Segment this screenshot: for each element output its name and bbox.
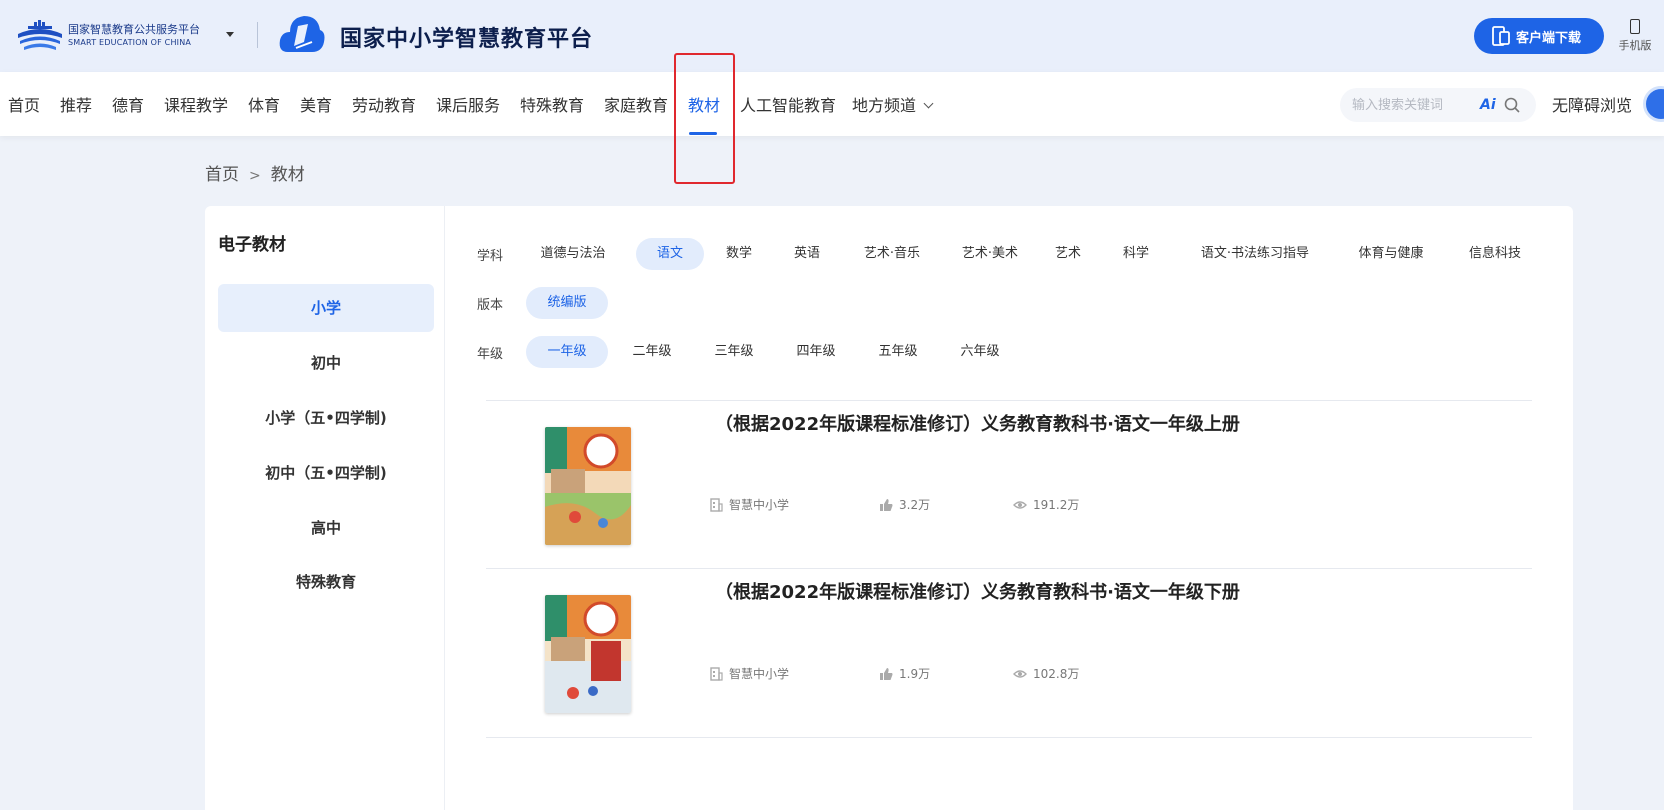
content-panel: 电子教材 小学 初中 小学（五•四学制) 初中（五•四学制) 高中 特殊教育 学… <box>205 206 1573 810</box>
list-divider <box>486 737 1532 738</box>
breadcrumb-separator: > <box>249 168 261 184</box>
views-meta: 191.2万 <box>1013 496 1079 513</box>
top-header: 国家智慧教育公共服务平台 SMART EDUCATION OF CHINA 国家… <box>0 0 1664 72</box>
ai-search-icon[interactable]: Ai <box>1480 97 1496 113</box>
device-icon <box>1492 26 1510 46</box>
nav-item-local-channels[interactable]: 地方频道 <box>852 92 916 116</box>
nav-item-arts[interactable]: 美育 <box>300 92 332 116</box>
nav-item-after-school[interactable]: 课后服务 <box>436 92 500 116</box>
building-icon <box>710 497 723 512</box>
grade-label: 年级 <box>477 347 504 362</box>
search-input[interactable] <box>1352 96 1472 114</box>
subject-chip-science[interactable]: 科学 <box>1105 238 1167 270</box>
likes-meta: 1.9万 <box>879 665 930 682</box>
list-divider <box>486 400 1532 401</box>
subject-chip-math[interactable]: 数学 <box>705 238 773 270</box>
sidebar-item-junior-54[interactable]: 初中（五•四学制) <box>218 449 434 497</box>
grade-chip-1[interactable]: 一年级 <box>526 336 608 368</box>
thumbs-up-icon[interactable] <box>879 667 893 681</box>
subject-chip-fine-art[interactable]: 艺术·美术 <box>943 238 1037 270</box>
book-cover-image[interactable] <box>545 427 631 545</box>
likes-count: 1.9万 <box>899 667 931 681</box>
phone-icon <box>1630 19 1640 34</box>
views-count: 102.8万 <box>1033 667 1080 681</box>
gov-platform-logo[interactable]: 国家智慧教育公共服务平台 SMART EDUCATION OF CHINA <box>16 20 200 52</box>
likes-count: 3.2万 <box>899 498 931 512</box>
avatar[interactable] <box>1643 86 1664 122</box>
search-box: Ai <box>1340 88 1536 122</box>
breadcrumb: 首页 > 教材 <box>205 160 305 185</box>
caret-down-icon[interactable] <box>226 32 234 37</box>
nav-item-home[interactable]: 首页 <box>8 92 40 116</box>
publisher-meta: 智慧中小学 <box>709 665 789 682</box>
header-divider <box>257 22 258 48</box>
subject-chip-it[interactable]: 信息科技 <box>1453 238 1537 270</box>
highlight-box <box>674 53 735 184</box>
publisher-name: 智慧中小学 <box>729 667 790 681</box>
grade-chip-2[interactable]: 二年级 <box>612 336 692 368</box>
sidebar-item-senior[interactable]: 高中 <box>218 504 434 552</box>
views-meta: 102.8万 <box>1013 665 1079 682</box>
mobile-version-link[interactable]: 手机版 <box>1612 17 1658 53</box>
chevron-down-icon[interactable] <box>923 98 934 109</box>
edition-label: 版本 <box>477 298 504 313</box>
likes-meta: 3.2万 <box>879 496 930 513</box>
grade-chip-5[interactable]: 五年级 <box>858 336 938 368</box>
gov-logo-cn: 国家智慧教育公共服务平台 <box>68 23 200 36</box>
sidebar-item-primary-54[interactable]: 小学（五•四学制) <box>218 394 434 442</box>
grade-chip-3[interactable]: 三年级 <box>694 336 774 368</box>
nav-item-labor[interactable]: 劳动教育 <box>352 92 416 116</box>
breadcrumb-current: 教材 <box>270 165 305 185</box>
grade-chip-6[interactable]: 六年级 <box>940 336 1020 368</box>
sidebar-item-junior[interactable]: 初中 <box>218 339 434 387</box>
main-nav: 首页 推荐 德育 课程教学 体育 美育 劳动教育 课后服务 特殊教育 家庭教育 … <box>0 72 1664 136</box>
views-count: 191.2万 <box>1033 498 1080 512</box>
subject-chip-english[interactable]: 英语 <box>773 238 841 270</box>
breadcrumb-home[interactable]: 首页 <box>205 165 239 185</box>
subject-chip-music[interactable]: 艺术·音乐 <box>845 238 939 270</box>
building-icon <box>710 666 723 681</box>
book-cover-image[interactable] <box>545 595 631 713</box>
subject-chip-chinese[interactable]: 语文 <box>636 238 704 270</box>
nav-item-ai-education[interactable]: 人工智能教育 <box>740 92 836 116</box>
book-title[interactable]: （根据2022年版课程标准修订）义务教育教科书·语文一年级上册 <box>715 410 1240 436</box>
subject-chip-morality[interactable]: 道德与法治 <box>525 238 621 270</box>
search-icon[interactable] <box>1504 97 1520 113</box>
eye-icon <box>1013 669 1027 678</box>
download-label: 客户端下载 <box>1516 30 1582 46</box>
eye-icon <box>1013 500 1027 509</box>
nav-item-sports[interactable]: 体育 <box>248 92 280 116</box>
subject-chip-calligraphy[interactable]: 语文·书法练习指导 <box>1175 238 1335 270</box>
nav-item-moral[interactable]: 德育 <box>112 92 144 116</box>
sidebar-item-special-ed[interactable]: 特殊教育 <box>218 558 434 606</box>
edition-chip-tongbian[interactable]: 统编版 <box>526 287 608 319</box>
nav-item-special-ed[interactable]: 特殊教育 <box>520 92 584 116</box>
nav-item-courses[interactable]: 课程教学 <box>164 92 228 116</box>
list-divider <box>486 568 1532 569</box>
gov-logo-en: SMART EDUCATION OF CHINA <box>68 38 192 47</box>
subject-chip-pe-health[interactable]: 体育与健康 <box>1341 238 1441 270</box>
thumbs-up-icon[interactable] <box>879 498 893 512</box>
mobile-label: 手机版 <box>1618 39 1652 52</box>
sidebar-title: 电子教材 <box>218 235 286 255</box>
platform-cloud-logo-icon[interactable] <box>278 12 326 58</box>
gov-emblem-icon <box>18 20 62 50</box>
nav-item-family[interactable]: 家庭教育 <box>604 92 668 116</box>
client-download-button[interactable]: 客户端下载 <box>1474 18 1604 54</box>
nav-item-recommend[interactable]: 推荐 <box>60 92 92 116</box>
sidebar-item-primary[interactable]: 小学 <box>218 284 434 332</box>
grade-chip-4[interactable]: 四年级 <box>776 336 856 368</box>
publisher-meta: 智慧中小学 <box>709 496 789 513</box>
publisher-name: 智慧中小学 <box>729 498 790 512</box>
subject-chip-art[interactable]: 艺术 <box>1037 238 1099 270</box>
platform-title[interactable]: 国家中小学智慧教育平台 <box>340 21 593 53</box>
accessibility-link[interactable]: 无障碍浏览 <box>1552 92 1632 116</box>
sidebar: 电子教材 小学 初中 小学（五•四学制) 初中（五•四学制) 高中 特殊教育 <box>205 206 445 810</box>
subject-label: 学科 <box>477 249 504 264</box>
book-title[interactable]: （根据2022年版课程标准修订）义务教育教科书·语文一年级下册 <box>715 578 1240 604</box>
